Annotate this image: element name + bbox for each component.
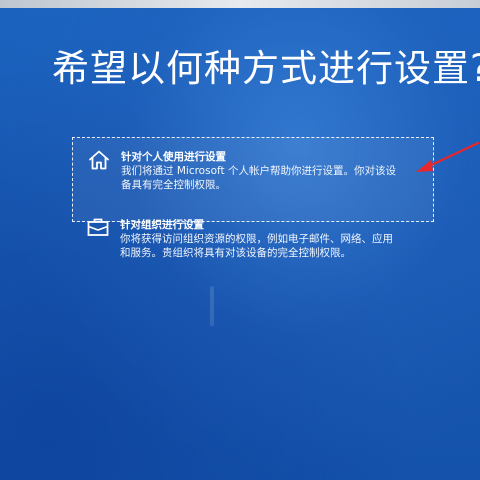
- option-organization[interactable]: 针对组织进行设置 你将获得访问组织资源的权限，例如电子邮件、网络、应用 和服务。…: [72, 212, 434, 282]
- option-personal-desc-line: 我们将通过 Microsoft 个人帐户帮助你进行设置。你对该设: [121, 165, 396, 177]
- home-icon: [89, 150, 109, 170]
- option-personal-desc-line: 备具有完全控制权限。: [121, 179, 226, 191]
- option-org-description: 你将获得访问组织资源的权限，例如电子邮件、网络、应用 和服务。贵组织将具有对该设…: [120, 232, 426, 260]
- option-org-desc-line: 你将获得访问组织资源的权限，例如电子邮件、网络、应用: [120, 233, 393, 245]
- briefcase-icon: [87, 218, 109, 236]
- option-org-desc-line: 和服务。贵组织将具有对该设备的完全控制权限。: [120, 247, 351, 259]
- top-bezel-strip: [0, 0, 480, 8]
- option-personal-use[interactable]: 针对个人使用进行设置 我们将通过 Microsoft 个人帐户帮助你进行设置。你…: [72, 137, 434, 222]
- option-personal-description: 我们将通过 Microsoft 个人帐户帮助你进行设置。你对该设 备具有完全控制…: [121, 164, 425, 192]
- option-personal-title: 针对个人使用进行设置: [121, 151, 226, 163]
- page-title: 希望以何种方式进行设置?: [52, 46, 480, 90]
- screen-smudge: [210, 286, 214, 326]
- option-org-title: 针对组织进行设置: [120, 219, 204, 231]
